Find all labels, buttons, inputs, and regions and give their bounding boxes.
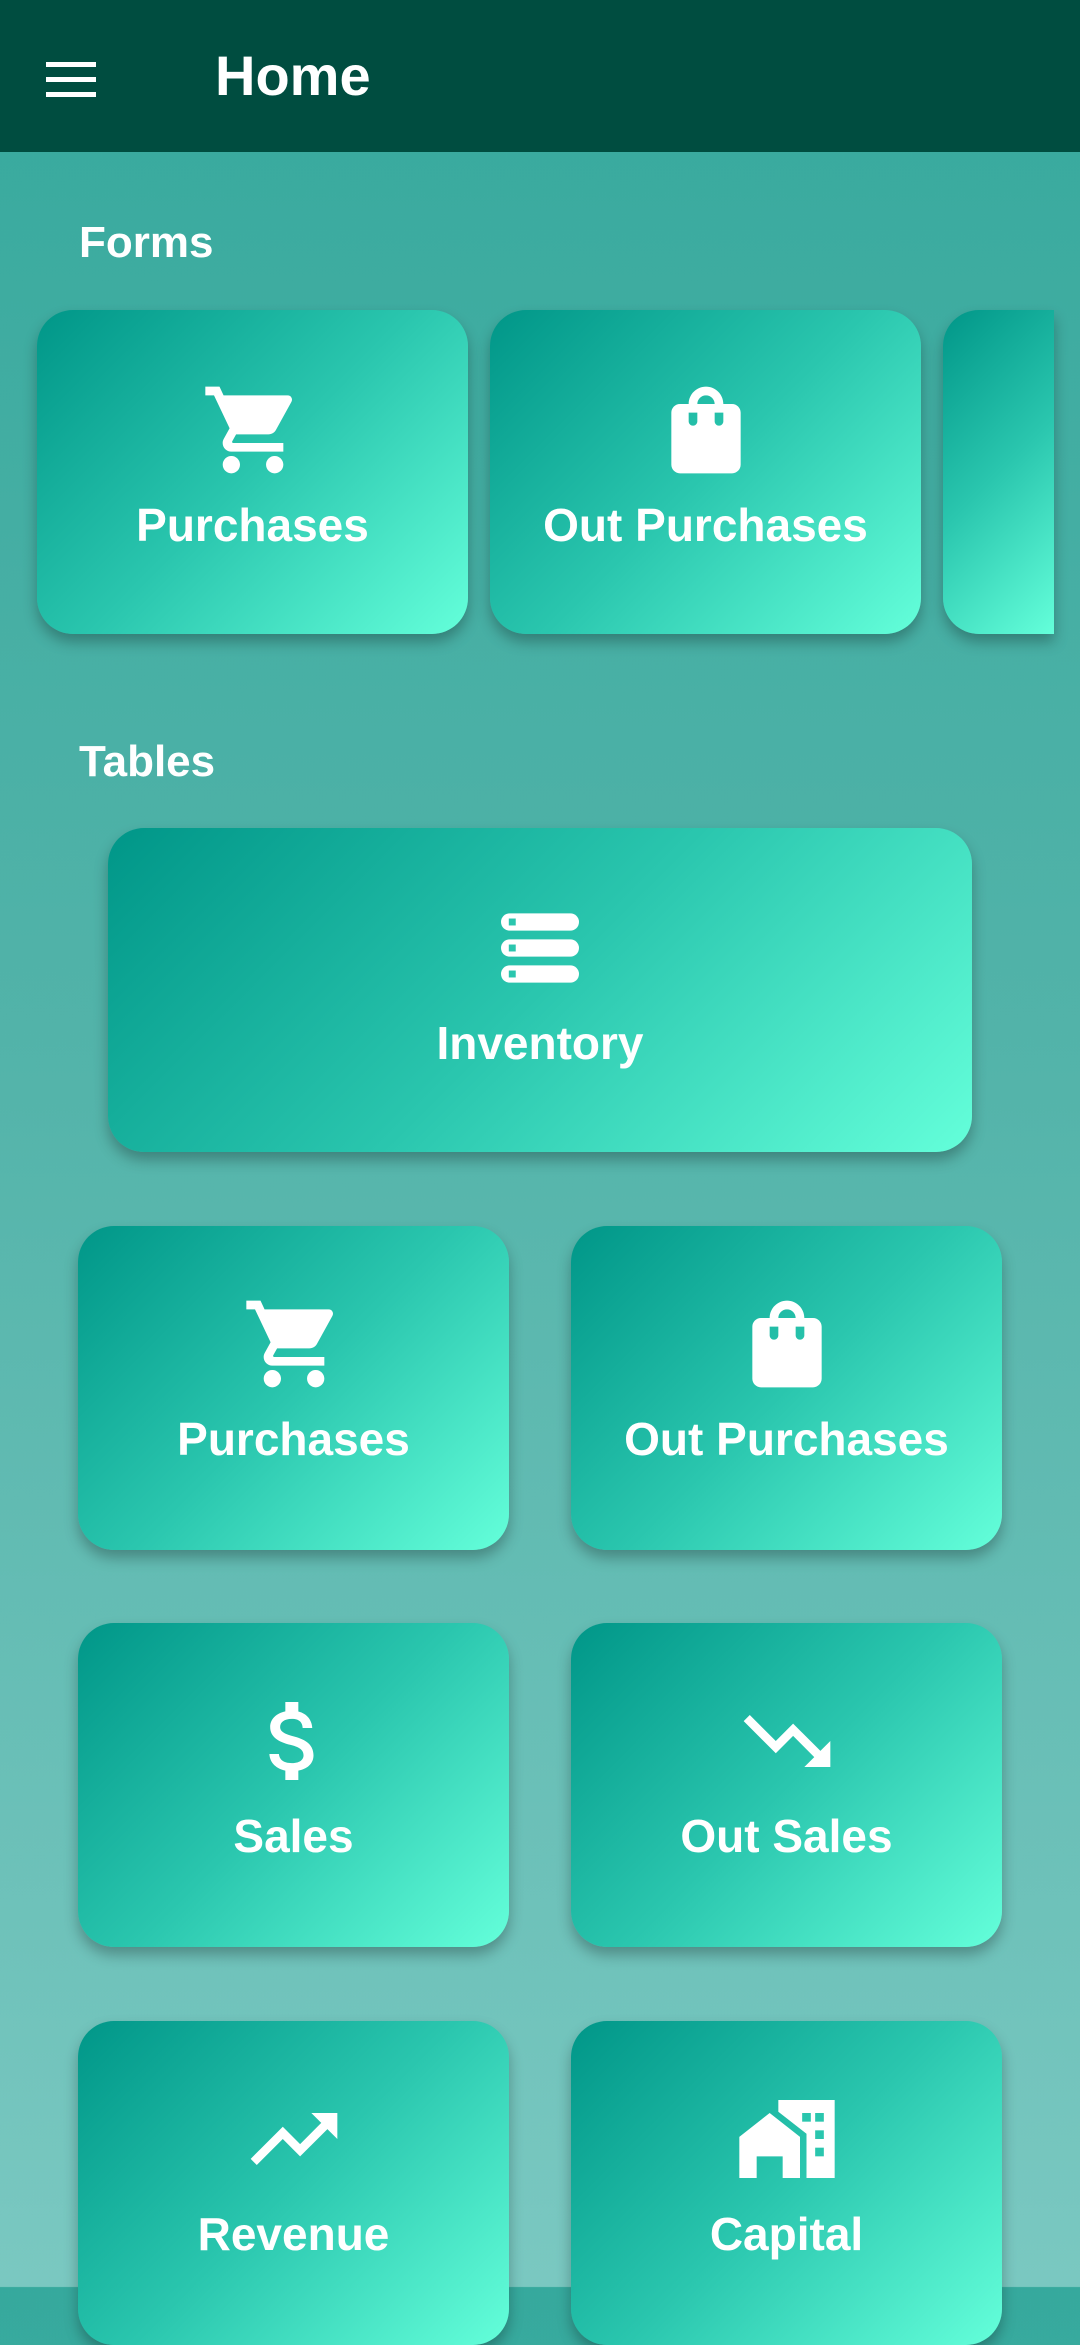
table-card-revenue[interactable]: Revenue bbox=[78, 2021, 509, 2345]
dollar-icon bbox=[242, 1689, 346, 1793]
table-card-label: Out Sales bbox=[680, 1810, 893, 1862]
table-card-label: Inventory bbox=[436, 1017, 644, 1069]
table-card-out-purchases[interactable]: Out Purchases bbox=[571, 1226, 1002, 1550]
forms-heading: Forms bbox=[79, 218, 214, 267]
storage-icon bbox=[488, 896, 592, 1000]
trending-down-icon bbox=[735, 1689, 839, 1793]
home-work-icon bbox=[735, 2087, 839, 2191]
tables-heading: Tables bbox=[79, 737, 216, 786]
app-bar: Home bbox=[0, 0, 1080, 152]
form-card-partial[interactable] bbox=[943, 310, 1054, 634]
shopping-cart-icon bbox=[242, 1292, 346, 1396]
table-card-sales[interactable]: Sales bbox=[78, 1623, 509, 1947]
table-card-label: Revenue bbox=[197, 2208, 390, 2260]
form-card-out-purchases[interactable]: Out Purchases bbox=[490, 310, 921, 634]
form-card-label: Purchases bbox=[136, 499, 369, 551]
table-card-capital[interactable]: Capital bbox=[571, 2021, 1002, 2345]
page-title: Home bbox=[215, 44, 371, 107]
table-card-label: Purchases bbox=[177, 1413, 410, 1465]
shopping-bag-icon bbox=[654, 378, 758, 482]
table-card-out-sales[interactable]: Out Sales bbox=[571, 1623, 1002, 1947]
table-card-purchases[interactable]: Purchases bbox=[78, 1226, 509, 1550]
table-card-label: Capital bbox=[709, 2208, 864, 2260]
table-card-label: Out Purchases bbox=[624, 1413, 949, 1465]
form-card-purchases[interactable]: Purchases bbox=[37, 310, 468, 634]
form-card-label: Out Purchases bbox=[543, 499, 868, 551]
table-card-inventory[interactable]: Inventory bbox=[108, 828, 972, 1152]
trending-up-icon bbox=[242, 2087, 346, 2191]
menu-button[interactable] bbox=[30, 40, 118, 112]
menu-icon bbox=[46, 62, 96, 97]
shopping-bag-icon bbox=[735, 1292, 839, 1396]
table-card-label: Sales bbox=[233, 1810, 354, 1862]
shopping-cart-icon bbox=[201, 378, 305, 482]
